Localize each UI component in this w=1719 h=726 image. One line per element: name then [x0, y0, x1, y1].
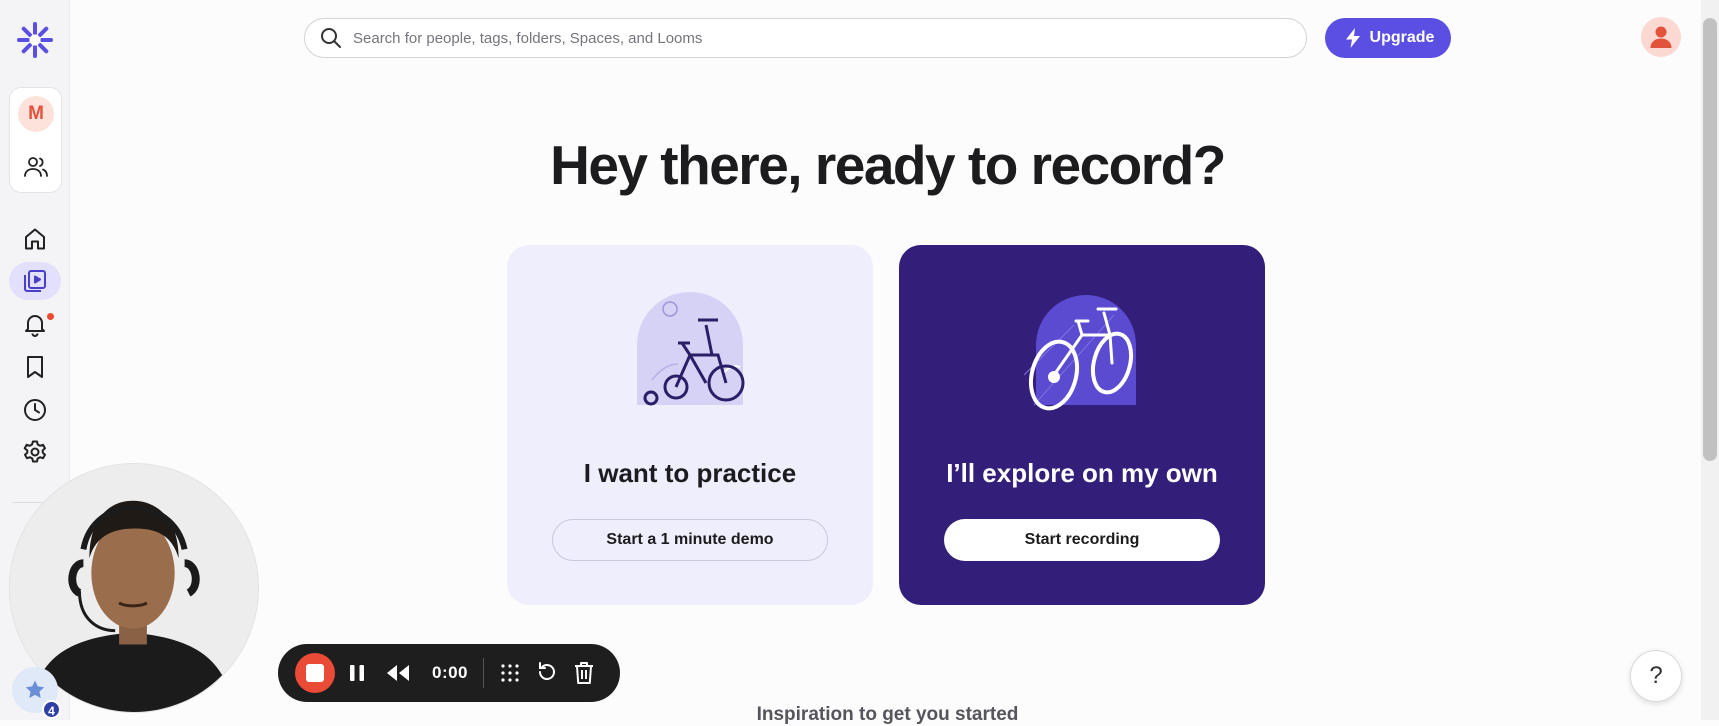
drawing-tools-button[interactable]	[498, 661, 522, 685]
kids-bike-illustration	[622, 285, 758, 421]
upgrade-label: Upgrade	[1369, 29, 1435, 46]
search-input[interactable]	[353, 23, 1306, 53]
gear-icon	[23, 440, 46, 463]
nav-home[interactable]	[9, 220, 61, 258]
search-bar[interactable]	[304, 18, 1307, 58]
restart-button[interactable]	[535, 660, 559, 684]
page-title: Hey there, ready to record?	[550, 134, 1226, 196]
rewind-button[interactable]	[385, 661, 411, 685]
bell-icon	[25, 315, 45, 337]
search-icon	[321, 28, 341, 48]
pause-icon	[350, 665, 364, 681]
rewind-icon	[387, 665, 409, 681]
nav-library[interactable]	[9, 262, 61, 300]
nav-history[interactable]	[9, 391, 61, 429]
stop-recording-button[interactable]	[295, 653, 335, 693]
practice-card-title: I want to practice	[583, 458, 797, 488]
help-button[interactable]: ?	[1630, 650, 1682, 702]
user-icon	[1650, 26, 1672, 48]
trash-icon	[575, 662, 593, 684]
user-avatar[interactable]	[1641, 17, 1681, 57]
inspiration-heading: Inspiration to get you started	[756, 704, 1019, 725]
controls-divider	[483, 658, 484, 688]
start-recording-button[interactable]: Start recording	[944, 519, 1220, 561]
bookmark-icon	[27, 356, 43, 378]
recording-controls: 0:00	[278, 644, 620, 702]
home-icon	[25, 228, 45, 250]
team-icon[interactable]	[23, 154, 49, 180]
star-icon	[25, 680, 45, 698]
explore-card[interactable]: I’ll explore on my own Start recording	[899, 245, 1265, 605]
nav-settings[interactable]	[9, 433, 61, 471]
workspace-avatar[interactable]: M	[18, 96, 54, 132]
recording-timer: 0:00	[431, 663, 469, 682]
bike-illustration	[1014, 285, 1150, 421]
scrollbar-thumb[interactable]	[1703, 18, 1717, 461]
notification-dot	[46, 312, 55, 321]
explore-card-title: I’ll explore on my own	[946, 458, 1218, 488]
start-demo-button[interactable]: Start a 1 minute demo	[552, 519, 828, 561]
loom-logo-icon[interactable]	[17, 22, 53, 58]
clock-icon	[24, 399, 46, 421]
badge-count: 4	[42, 700, 61, 719]
dot-grid-icon	[501, 664, 519, 682]
nav-bookmarks[interactable]	[9, 348, 61, 386]
stop-icon	[306, 664, 324, 682]
video-library-icon	[24, 270, 46, 292]
upgrade-button[interactable]: Upgrade	[1325, 18, 1451, 58]
practice-card[interactable]: I want to practice Start a 1 minute demo	[507, 245, 873, 605]
nav-notifications[interactable]	[9, 305, 61, 343]
restart-icon	[539, 662, 555, 680]
delete-button[interactable]	[572, 660, 596, 686]
workspace-switcher: M	[9, 87, 62, 193]
lightning-icon	[1345, 28, 1360, 48]
pause-button[interactable]	[345, 661, 369, 685]
